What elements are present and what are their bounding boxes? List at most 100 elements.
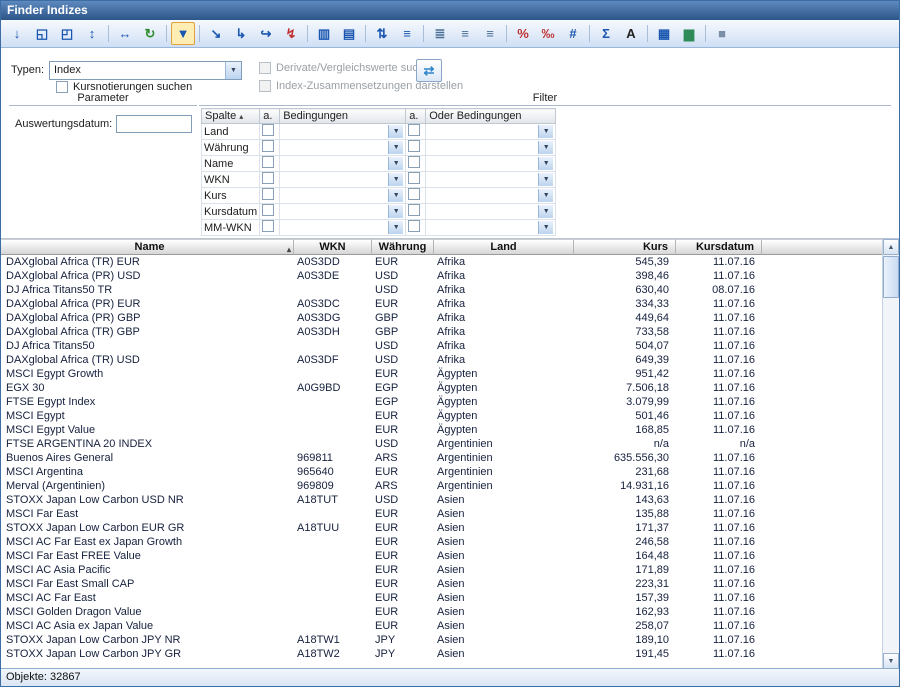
table-row[interactable]: DAXglobal Africa (TR) USDA0S3DFUSDAfrika… [1, 353, 899, 367]
filter-icon[interactable]: ▼ [171, 22, 195, 45]
table-row[interactable]: MSCI AC Asia PacificEURAsien171,8911.07.… [1, 563, 899, 577]
table-row[interactable]: DAXglobal Africa (TR) GBPA0S3DHGBPAfrika… [1, 325, 899, 339]
insert-link-icon[interactable]: ↳ [229, 22, 253, 45]
table-row[interactable]: FTSE ARGENTINA 20 INDEXUSDArgentinienn/a… [1, 437, 899, 451]
derivate-checkbox[interactable] [259, 62, 271, 74]
filter-condition-combo[interactable]: ▼ [282, 125, 403, 138]
typen-select[interactable]: Index ▼ [49, 61, 242, 80]
table-row[interactable]: FTSE Egypt IndexEGPÄgypten3.079,9911.07.… [1, 395, 899, 409]
table-row[interactable]: DAXglobal Africa (TR) EURA0S3DDEURAfrika… [1, 255, 899, 269]
font-icon[interactable]: A [619, 22, 643, 45]
fit-height-icon[interactable]: ↕ [80, 22, 104, 45]
filter-and-active-checkbox[interactable] [262, 220, 274, 232]
filter-or-active-checkbox[interactable] [408, 156, 420, 168]
search-refresh-button[interactable]: ⇄ [416, 59, 442, 82]
table-row[interactable]: MSCI Argentina965640EURArgentinien231,68… [1, 465, 899, 479]
align-right-icon[interactable]: ≡ [478, 22, 502, 45]
table-row[interactable]: STOXX Japan Low Carbon JPY GRA18TW2JPYAs… [1, 647, 899, 661]
filter-header-oder-bedingungen[interactable]: Oder Bedingungen [426, 109, 556, 124]
filter-or-condition-combo[interactable]: ▼ [428, 141, 553, 154]
chart-trend-icon[interactable]: ↯ [279, 22, 303, 45]
sum-icon[interactable]: Σ [594, 22, 618, 45]
chart-analyse-icon[interactable]: ▥ [312, 22, 336, 45]
filter-header-a[interactable]: a. [260, 109, 280, 124]
table-row[interactable]: MSCI Far East Small CAPEURAsien223,3111.… [1, 577, 899, 591]
filter-or-condition-combo[interactable]: ▼ [428, 189, 553, 202]
table-row[interactable]: MSCI EgyptEURÄgypten501,4611.07.16 [1, 409, 899, 423]
filter-or-active-checkbox[interactable] [408, 188, 420, 200]
table-row[interactable]: STOXX Japan Low Carbon EUR GRA18TUUEURAs… [1, 521, 899, 535]
filter-or-condition-combo[interactable]: ▼ [428, 221, 553, 234]
jump-icon[interactable]: ↪ [254, 22, 278, 45]
table-row[interactable]: Merval (Argentinien)969809ARSArgentinien… [1, 479, 899, 493]
filter-and-active-checkbox[interactable] [262, 140, 274, 152]
percent-icon[interactable]: % [511, 22, 535, 45]
align-center-icon[interactable]: ≡ [453, 22, 477, 45]
table-row[interactable]: Buenos Aires General969811ARSArgentinien… [1, 451, 899, 465]
goto-detail-icon[interactable]: ↘ [204, 22, 228, 45]
window-restore-icon[interactable]: ◱ [30, 22, 54, 45]
filter-and-active-checkbox[interactable] [262, 204, 274, 216]
window-maximize-icon[interactable]: ◰ [55, 22, 79, 45]
filter-or-active-checkbox[interactable] [408, 140, 420, 152]
column-header-name[interactable]: Name▴ [1, 239, 294, 255]
column-header-land[interactable]: Land [434, 239, 574, 255]
chart-table-icon[interactable]: ▤ [337, 22, 361, 45]
filter-header-a[interactable]: a. [406, 109, 426, 124]
number-format-icon[interactable]: # [561, 22, 585, 45]
refresh-icon[interactable]: ↻ [138, 22, 162, 45]
auswertungsdatum-input[interactable] [116, 115, 192, 133]
filter-or-active-checkbox[interactable] [408, 172, 420, 184]
table-row[interactable]: MSCI Far EastEURAsien135,8811.07.16 [1, 507, 899, 521]
table-row[interactable]: DAXglobal Africa (PR) EURA0S3DCEURAfrika… [1, 297, 899, 311]
table-row[interactable]: STOXX Japan Low Carbon USD NRA18TUTUSDAs… [1, 493, 899, 507]
vertical-scrollbar[interactable]: ▲ ▼ [882, 239, 899, 669]
column-header-kurs[interactable]: Kurs [574, 239, 676, 255]
column-header-kursdatum[interactable]: Kursdatum [676, 239, 762, 255]
filter-or-condition-combo[interactable]: ▼ [428, 173, 553, 186]
zusammensetzung-checkbox[interactable] [259, 80, 271, 92]
stop-icon[interactable]: ■ [710, 22, 734, 45]
filter-condition-combo[interactable]: ▼ [282, 157, 403, 170]
filter-condition-combo[interactable]: ▼ [282, 189, 403, 202]
table-row[interactable]: MSCI Egypt ValueEURÄgypten168,8511.07.16 [1, 423, 899, 437]
table-row[interactable]: DJ Africa Titans50 TRUSDAfrika630,4008.0… [1, 283, 899, 297]
filter-and-active-checkbox[interactable] [262, 172, 274, 184]
group-rows-icon[interactable]: ≡ [395, 22, 419, 45]
table-row[interactable]: MSCI Egypt GrowthEURÄgypten951,4211.07.1… [1, 367, 899, 381]
filter-or-condition-combo[interactable]: ▼ [428, 205, 553, 218]
filter-condition-combo[interactable]: ▼ [282, 221, 403, 234]
filter-header-spalte[interactable]: Spalte▴ [202, 109, 260, 124]
table-row[interactable]: DAXglobal Africa (PR) GBPA0S3DGGBPAfrika… [1, 311, 899, 325]
table-row[interactable]: STOXX Japan Low Carbon JPY NRA18TW1JPYAs… [1, 633, 899, 647]
filter-or-condition-combo[interactable]: ▼ [428, 125, 553, 138]
table-row[interactable]: MSCI AC Far East ex Japan GrowthEURAsien… [1, 535, 899, 549]
export-icon[interactable]: ↓ [5, 22, 29, 45]
filter-condition-combo[interactable]: ▼ [282, 205, 403, 218]
table-row[interactable]: DJ Africa Titans50USDAfrika504,0711.07.1… [1, 339, 899, 353]
scroll-up-button[interactable]: ▲ [883, 239, 899, 255]
fit-width-icon[interactable]: ↔ [113, 22, 137, 45]
filter-or-active-checkbox[interactable] [408, 124, 420, 136]
scroll-down-button[interactable]: ▼ [883, 653, 899, 669]
table-row[interactable]: MSCI AC Far EastEURAsien157,3911.07.16 [1, 591, 899, 605]
filter-or-condition-combo[interactable]: ▼ [428, 157, 553, 170]
permille-icon[interactable]: ‰ [536, 22, 560, 45]
column-header-waehrung[interactable]: Währung [372, 239, 434, 255]
filter-condition-combo[interactable]: ▼ [282, 173, 403, 186]
table-row[interactable]: MSCI AC Asia ex Japan ValueEURAsien258,0… [1, 619, 899, 633]
filter-header-bedingungen[interactable]: Bedingungen [280, 109, 406, 124]
sort-icon[interactable]: ⇅ [370, 22, 394, 45]
chart-view-icon[interactable]: ▆ [677, 22, 701, 45]
scroll-thumb[interactable] [883, 256, 899, 298]
filter-and-active-checkbox[interactable] [262, 156, 274, 168]
table-view-icon[interactable]: ▦ [652, 22, 676, 45]
align-left-icon[interactable]: ≣ [428, 22, 452, 45]
table-row[interactable]: DAXglobal Africa (PR) USDA0S3DEUSDAfrika… [1, 269, 899, 283]
filter-or-active-checkbox[interactable] [408, 220, 420, 232]
filter-and-active-checkbox[interactable] [262, 188, 274, 200]
filter-and-active-checkbox[interactable] [262, 124, 274, 136]
filter-condition-combo[interactable]: ▼ [282, 141, 403, 154]
column-header-wkn[interactable]: WKN [294, 239, 372, 255]
table-row[interactable]: EGX 30A0G9BDEGPÄgypten7.506,1811.07.16 [1, 381, 899, 395]
